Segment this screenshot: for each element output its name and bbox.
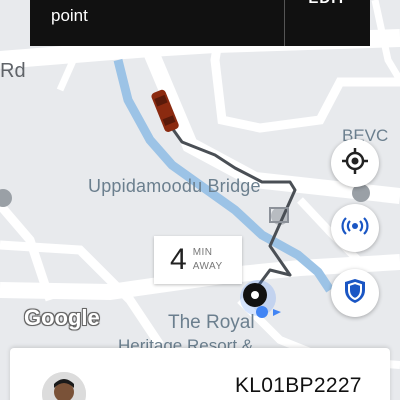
edit-button[interactable]: EDIT xyxy=(285,0,370,46)
eta-unit-away: AWAY xyxy=(192,261,223,272)
poi-label-line1: The Royal xyxy=(168,312,255,333)
share-location-button[interactable] xyxy=(331,204,379,252)
google-logo: Google xyxy=(24,305,100,330)
bridge-label: Uppidamoodu Bridge xyxy=(88,176,261,196)
recenter-button[interactable] xyxy=(331,139,379,187)
crosshair-icon xyxy=(341,147,369,180)
road-label: Rd xyxy=(0,60,26,82)
eta-unit-min: MIN xyxy=(192,247,213,258)
eta-badge: 4 MIN AWAY xyxy=(154,236,242,284)
safety-button[interactable] xyxy=(331,269,379,317)
vehicle-plate: KL01BP2227 xyxy=(235,374,362,397)
driver-card[interactable]: KL01BP2227 xyxy=(10,348,390,400)
pickup-point-label: point xyxy=(51,6,88,25)
shield-icon xyxy=(343,278,367,309)
pickup-point-bar: point EDIT xyxy=(30,0,370,46)
signal-broadcast-icon xyxy=(341,216,369,241)
driver-avatar xyxy=(42,372,86,400)
eta-value: 4 xyxy=(170,243,187,276)
eta-units: MIN AWAY xyxy=(193,246,223,274)
